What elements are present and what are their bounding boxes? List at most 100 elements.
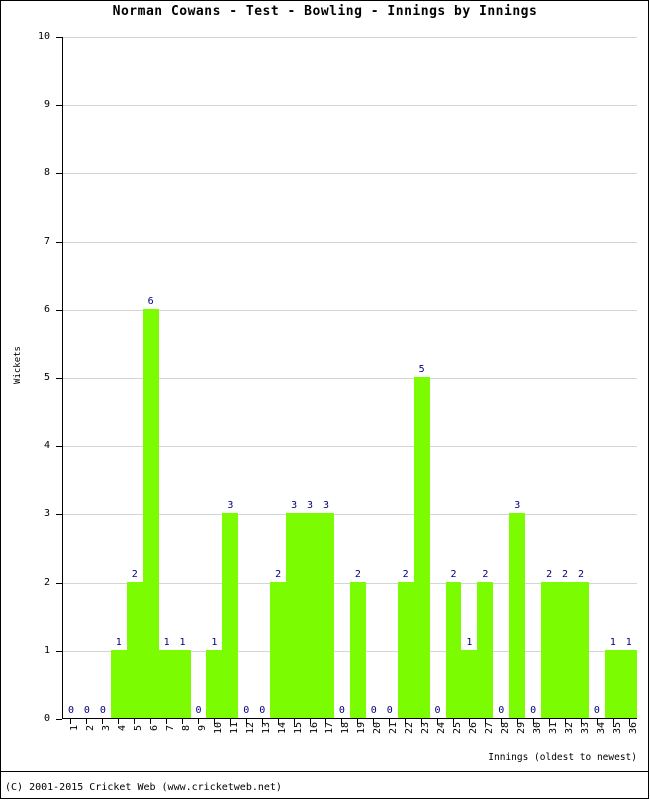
x-axis-label-slot: 34 bbox=[589, 722, 607, 750]
x-axis-label-slot: 22 bbox=[397, 722, 415, 750]
x-axis-label-slot: 21 bbox=[381, 722, 399, 750]
bar[interactable]: 2 bbox=[541, 37, 558, 718]
bar-value-label: 0 bbox=[195, 705, 202, 716]
bar-fill bbox=[557, 581, 573, 718]
bar-value-label: 2 bbox=[275, 568, 282, 580]
x-axis-label-slot: 19 bbox=[349, 722, 367, 750]
x-axis-tick-mark bbox=[117, 719, 119, 724]
bar[interactable]: 2 bbox=[397, 37, 414, 718]
bar[interactable]: 2 bbox=[573, 37, 589, 718]
bar-fill bbox=[509, 513, 526, 718]
bar-fill bbox=[620, 649, 637, 718]
bar[interactable]: 1 bbox=[620, 37, 637, 718]
bar-fill bbox=[158, 649, 175, 718]
bar[interactable]: 0 bbox=[191, 37, 207, 718]
bar[interactable]: 3 bbox=[286, 37, 303, 718]
bar-value-label: 3 bbox=[322, 500, 329, 512]
bar-fill bbox=[270, 581, 287, 718]
bar-value-label: 1 bbox=[115, 636, 122, 648]
bar-fill bbox=[318, 513, 334, 718]
x-axis-tick-label: 36 bbox=[627, 721, 639, 735]
y-axis-tick-label: 5 bbox=[43, 372, 50, 383]
bar[interactable]: 0 bbox=[589, 37, 605, 718]
bar[interactable]: 1 bbox=[174, 37, 191, 718]
x-axis-label-slot: 8 bbox=[174, 725, 192, 750]
x-axis-tick-mark bbox=[101, 719, 103, 724]
bar-value-label: 1 bbox=[625, 636, 632, 648]
bar-value-label: 1 bbox=[163, 636, 170, 648]
x-axis-label-slot: 20 bbox=[365, 722, 383, 750]
bar-fill bbox=[142, 308, 159, 718]
bar[interactable]: 3 bbox=[302, 37, 318, 718]
y-axis-tick-label: 3 bbox=[43, 508, 50, 520]
x-axis-tick-mark bbox=[165, 719, 167, 724]
bar-fill bbox=[461, 649, 478, 718]
bar-value-label: 0 bbox=[243, 705, 250, 716]
bar[interactable]: 0 bbox=[79, 37, 95, 718]
x-axis-label-slot: 5 bbox=[126, 725, 144, 750]
bar[interactable]: 0 bbox=[63, 37, 79, 718]
bar[interactable]: 1 bbox=[110, 37, 127, 718]
bar-fill bbox=[413, 377, 430, 718]
y-axis-title: Wickets bbox=[13, 346, 23, 384]
bar-fill bbox=[286, 513, 303, 718]
bar[interactable]: 0 bbox=[254, 37, 270, 718]
bar-fill bbox=[110, 649, 127, 718]
bar[interactable]: 0 bbox=[430, 37, 446, 718]
bar[interactable]: 2 bbox=[557, 37, 573, 718]
bar-value-label: 1 bbox=[179, 636, 186, 648]
bar-fill bbox=[349, 581, 366, 718]
bar[interactable]: 2 bbox=[126, 37, 143, 718]
bar-value-label: 0 bbox=[259, 705, 266, 716]
bar[interactable]: 1 bbox=[158, 37, 175, 718]
bar-value-label: 3 bbox=[514, 500, 521, 512]
bar[interactable]: 0 bbox=[238, 37, 254, 718]
bar-value-label: 0 bbox=[434, 705, 441, 716]
bar[interactable]: 2 bbox=[445, 37, 462, 718]
y-axis-tick-label: 1 bbox=[43, 644, 50, 656]
y-axis: Wickets 0 1 2 3 4 5 6 7 8 9 10 bbox=[0, 0, 62, 756]
y-axis-tick-label: 8 bbox=[43, 167, 50, 179]
x-axis-label-slot: 4 bbox=[110, 725, 128, 750]
bar-value-label: 3 bbox=[227, 500, 234, 512]
bar-value-label: 1 bbox=[211, 636, 218, 648]
bar[interactable]: 0 bbox=[525, 37, 541, 718]
footer-divider bbox=[0, 771, 649, 772]
bar[interactable]: 6 bbox=[142, 37, 159, 718]
bar-value-label: 5 bbox=[418, 364, 425, 375]
bar-value-label: 0 bbox=[593, 705, 600, 716]
x-axis-label-slot: 30 bbox=[525, 722, 543, 750]
x-axis-label-slot: 17 bbox=[318, 722, 335, 750]
x-axis-label-slot: 33 bbox=[573, 722, 591, 750]
bar[interactable]: 3 bbox=[318, 37, 334, 718]
page-title: Norman Cowans - Test - Bowling - Innings… bbox=[112, 4, 538, 19]
bar-value-label: 0 bbox=[498, 705, 505, 716]
bar-fill bbox=[126, 581, 143, 718]
x-axis-label-slot: 28 bbox=[493, 722, 511, 750]
x-axis-label-slot: 1 bbox=[62, 725, 80, 750]
bar[interactable]: 1 bbox=[206, 37, 223, 718]
x-axis-label-slot: 29 bbox=[509, 722, 527, 750]
x-axis-tick-labels: 1 2 3 4 5 6 7 8 9 10 11 12 13 14 15 16 17 18 19 20 21 22 23 24 2… bbox=[62, 722, 639, 750]
bar-value-label: 2 bbox=[562, 568, 569, 580]
bar-value-label: 0 bbox=[386, 705, 393, 716]
x-axis-title: Innings (oldest to newest) bbox=[488, 752, 637, 763]
bar[interactable]: 0 bbox=[95, 37, 111, 718]
bar[interactable]: 1 bbox=[461, 37, 478, 718]
bar[interactable]: 0 bbox=[382, 37, 398, 718]
x-axis-label-slot: 14 bbox=[270, 722, 288, 750]
bar[interactable]: 3 bbox=[222, 37, 239, 718]
bar[interactable]: 3 bbox=[509, 37, 526, 718]
bar[interactable]: 0 bbox=[334, 37, 350, 718]
bar[interactable]: 5 bbox=[413, 37, 430, 718]
bar[interactable]: 2 bbox=[477, 37, 494, 718]
bar[interactable]: 2 bbox=[349, 37, 366, 718]
bar[interactable]: 0 bbox=[366, 37, 382, 718]
bar[interactable]: 0 bbox=[493, 37, 509, 718]
x-axis-label-slot: 15 bbox=[286, 722, 304, 750]
bar[interactable]: 1 bbox=[604, 37, 621, 718]
x-axis-label-slot: 2 bbox=[78, 725, 96, 750]
x-axis-label-slot: 3 bbox=[94, 725, 112, 750]
bar[interactable]: 2 bbox=[270, 37, 287, 718]
y-axis-tick-label: 6 bbox=[43, 303, 50, 315]
